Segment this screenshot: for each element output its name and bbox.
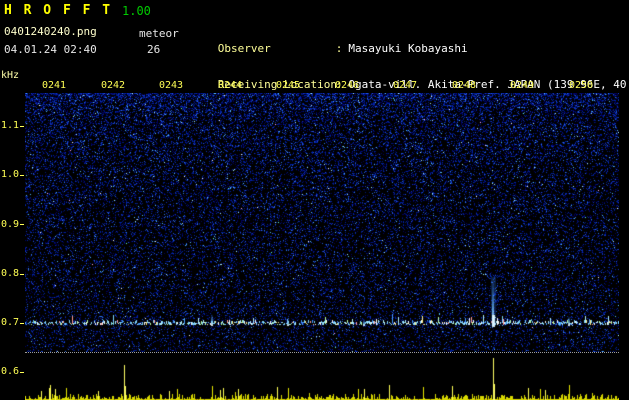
info-value: Masayuki Kobayashi bbox=[348, 42, 468, 55]
time-label: 0244 bbox=[217, 80, 243, 91]
freq-tick bbox=[20, 274, 24, 275]
time-label: 0241 bbox=[41, 80, 67, 91]
app-title: H R O F F T bbox=[4, 3, 113, 18]
freq-label: 0.8 bbox=[1, 268, 20, 279]
app-version: 1.00 bbox=[122, 4, 151, 18]
amplitude-canvas bbox=[25, 356, 619, 400]
freq-tick bbox=[20, 175, 24, 176]
plot-separator bbox=[25, 352, 619, 353]
datetime-label: 04.01.24 02:40 bbox=[4, 43, 97, 56]
info-row: Receiving Location: Ogata-vill. Akita-Pre… bbox=[178, 67, 629, 91]
mode-label: meteor bbox=[139, 27, 179, 40]
freq-tick bbox=[20, 323, 24, 324]
freq-tick bbox=[20, 372, 24, 373]
time-label: 0246 bbox=[334, 80, 360, 91]
time-label: 0243 bbox=[158, 80, 184, 91]
hrofft-output: H R O F F T 1.00 0401240240.png meteor 0… bbox=[0, 0, 629, 400]
freq-label: 1.0 bbox=[1, 169, 20, 180]
freq-tick bbox=[20, 126, 24, 127]
freq-label: 0.9 bbox=[1, 219, 20, 230]
freq-axis-unit: kHz bbox=[1, 70, 20, 81]
output-filename: 0401240240.png bbox=[4, 25, 97, 38]
time-label: 0242 bbox=[100, 80, 126, 91]
freq-tick bbox=[20, 224, 24, 225]
time-label: 0249 bbox=[509, 80, 535, 91]
time-label: 0247 bbox=[392, 80, 418, 91]
time-label: 0248 bbox=[451, 80, 477, 91]
echo-count: 26 bbox=[147, 43, 161, 56]
spectrogram-canvas bbox=[25, 93, 619, 352]
time-label: 0245 bbox=[275, 80, 301, 91]
time-label: 0250 bbox=[568, 80, 594, 91]
info-row: Observer: Masayuki Kobayashi bbox=[178, 31, 629, 55]
freq-label: 0.6 bbox=[1, 366, 20, 377]
freq-label: 1.1 bbox=[1, 120, 20, 131]
freq-label: 0.7 bbox=[1, 317, 20, 328]
info-label: Observer bbox=[217, 42, 271, 55]
